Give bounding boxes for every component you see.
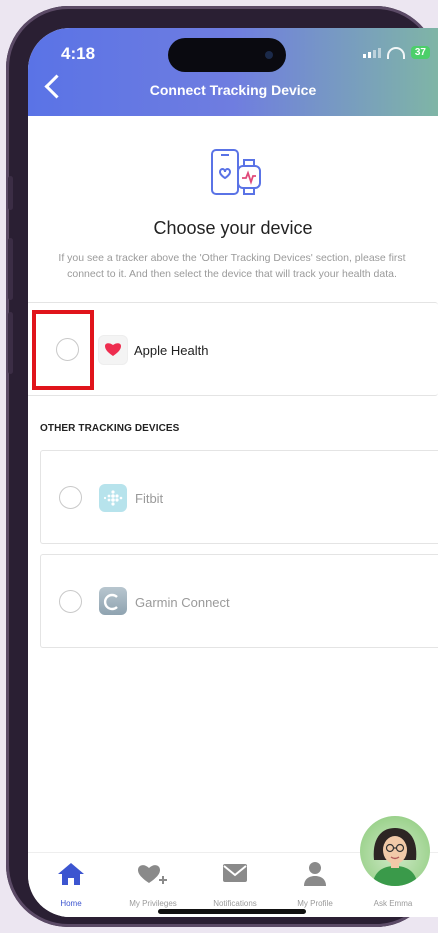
status-time: 4:18 — [61, 44, 96, 63]
tab-my-privileges[interactable] — [118, 861, 188, 892]
page-title: Connect Tracking Device — [149, 82, 317, 98]
selection-highlight-box — [32, 310, 94, 390]
garmin-radio[interactable] — [59, 590, 82, 613]
header: 4:18 37 Connect Tracking Device — [28, 28, 438, 116]
fitbit-radio[interactable] — [59, 486, 82, 509]
choose-device-heading: Choose your device — [153, 218, 313, 238]
tab-home-label: Home — [60, 899, 82, 908]
battery-icon: 37 — [410, 46, 430, 59]
other-devices-section-title: OTHER TRACKING DEVICES — [40, 423, 180, 434]
heart-plus-icon — [138, 865, 167, 884]
tab-my-profile-label: My Profile — [297, 899, 333, 908]
volume-down-button — [8, 312, 13, 374]
dynamic-island — [168, 38, 286, 72]
wifi-icon — [386, 46, 405, 59]
garmin-connect-icon — [99, 587, 127, 615]
app-screen: 4:18 37 Connect Tracking Device Choose y… — [28, 28, 438, 917]
device-row-garmin-connect[interactable]: Garmin Connect — [40, 554, 438, 648]
apple-health-icon — [98, 335, 128, 365]
status-icons: 37 — [362, 46, 430, 59]
volume-up-button — [8, 238, 13, 300]
signal-icon — [362, 47, 381, 58]
side-button — [8, 176, 13, 210]
tab-my-privileges-label: My Privileges — [129, 899, 177, 908]
choose-device-description: If you see a tracker above the 'Other Tr… — [58, 252, 406, 280]
home-indicator — [158, 909, 306, 914]
garmin-connect-label: Garmin Connect — [135, 595, 230, 610]
fitbit-icon — [99, 484, 127, 512]
tab-ask-emma-label[interactable]: Ask Emma — [348, 899, 438, 908]
tab-notifications-label: Notifications — [213, 899, 257, 908]
ask-emma-avatar[interactable] — [360, 816, 430, 886]
person-icon — [304, 862, 326, 886]
apple-health-label: Apple Health — [134, 343, 209, 358]
tab-my-profile[interactable] — [280, 861, 350, 892]
fitbit-label: Fitbit — [135, 491, 164, 506]
tab-home[interactable] — [36, 861, 106, 892]
device-row-fitbit[interactable]: Fitbit — [40, 450, 438, 544]
tab-notifications[interactable] — [200, 861, 270, 890]
envelope-icon — [223, 864, 247, 882]
home-icon — [58, 863, 84, 885]
phone-watch-icon — [211, 149, 261, 195]
